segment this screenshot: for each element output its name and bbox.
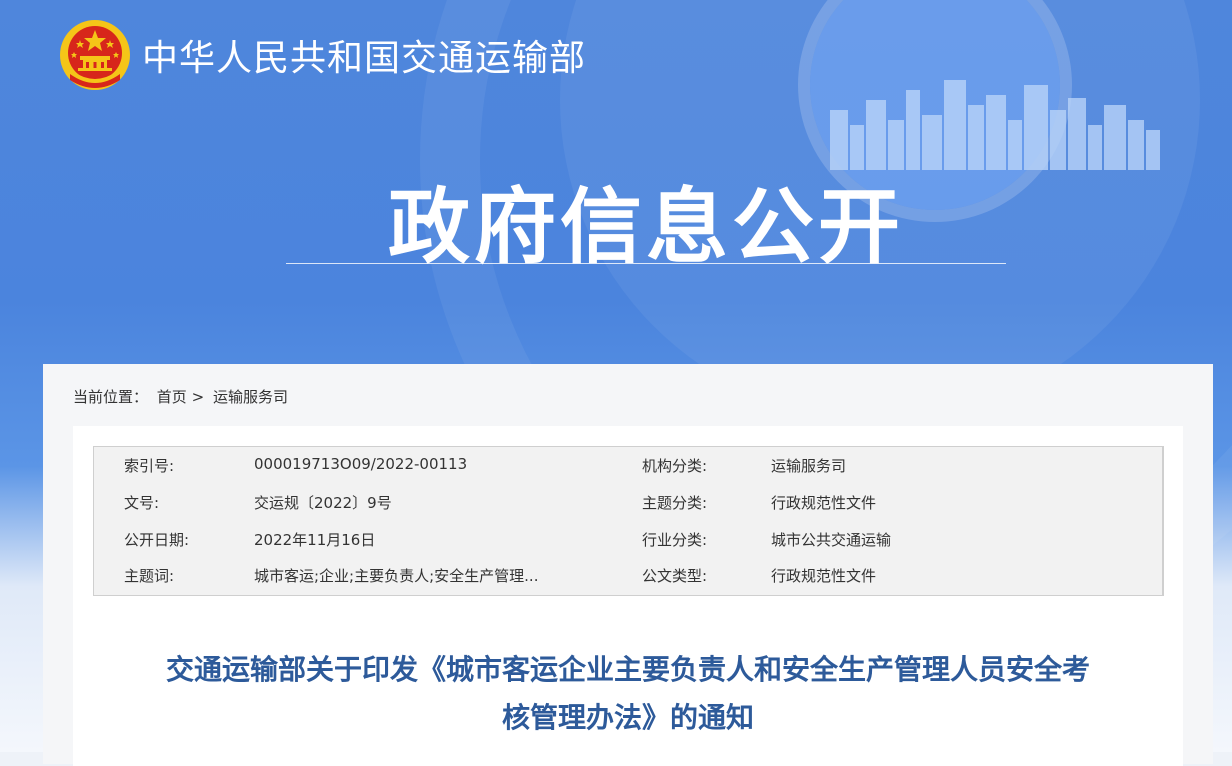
metadata-value: 城市公共交通运输 [771,531,892,549]
main-panel: 当前位置： 首页 > 运输服务司 索引号: 000019713O09/2022-… [43,364,1213,766]
metadata-row: 索引号: 000019713O09/2022-00113 机构分类: 运输服务司 [94,447,1162,483]
breadcrumb-current-link[interactable]: 运输服务司 [213,388,288,406]
metadata-value: 交运规〔2022〕9号 [254,494,392,512]
breadcrumb-prefix: 当前位置： [73,388,149,406]
document-title: 交通运输部关于印发《城市客运企业主要负责人和安全生产管理人员安全考 核管理办法》… [73,646,1183,742]
metadata-value: 000019713O09/2022-00113 [254,455,468,473]
metadata-value: 行政规范性文件 [771,494,877,512]
metadata-row: 文号: 交运规〔2022〕9号 主题分类: 行政规范性文件 [94,484,1162,520]
metadata-key: 公开日期: [124,531,190,549]
section-title: 政府信息公开 [387,180,904,275]
metadata-row: 主题词: 城市客运;企业;主要负责人;安全生产管理... 公文类型: 行政规范性… [94,557,1162,593]
document-metadata-table: 索引号: 000019713O09/2022-00113 机构分类: 运输服务司… [93,446,1164,596]
metadata-key: 文号: [124,494,160,512]
metadata-key: 主题词: [124,567,175,585]
metadata-key: 机构分类: [642,457,708,475]
metadata-key: 公文类型: [642,567,708,585]
metadata-key: 索引号: [124,457,175,475]
metadata-key: 行业分类: [642,531,708,549]
metadata-value: 行政规范性文件 [771,567,877,585]
breadcrumb: 当前位置： 首页 > 运输服务司 [73,386,288,407]
site-title: 中华人民共和国交通运输部 [142,38,587,79]
document-title-line: 交通运输部关于印发《城市客运企业主要负责人和安全生产管理人员安全考 [165,653,1090,686]
breadcrumb-home-link[interactable]: 首页 [157,388,187,406]
metadata-value: 城市客运;企业;主要负责人;安全生产管理... [254,567,539,585]
title-divider [286,263,1006,264]
metadata-value: 2022年11月16日 [254,531,376,549]
document-title-line: 核管理办法》的通知 [501,701,754,734]
metadata-value: 运输服务司 [771,457,847,475]
national-emblem-icon [60,20,130,90]
metadata-row: 公开日期: 2022年11月16日 行业分类: 城市公共交通运输 [94,521,1162,557]
breadcrumb-separator: > [191,388,205,406]
article-content: 索引号: 000019713O09/2022-00113 机构分类: 运输服务司… [73,426,1183,766]
site-brand[interactable]: 中华人民共和国交通运输部 [58,18,586,92]
metadata-key: 主题分类: [642,494,708,512]
city-skyline-icon [830,80,1160,170]
